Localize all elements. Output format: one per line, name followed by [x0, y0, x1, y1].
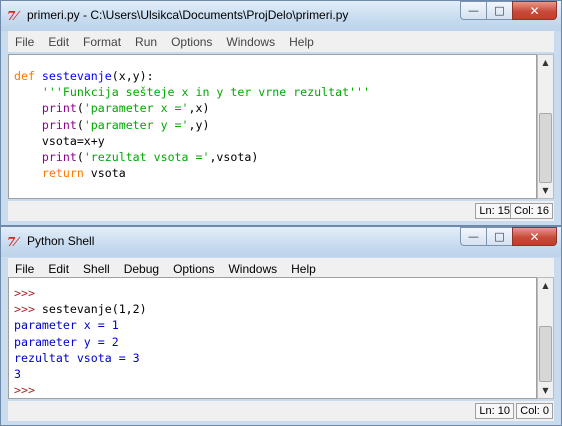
maximize-button[interactable]: □ — [486, 227, 513, 246]
console-line: >>> sestevanje(1,2) — [14, 301, 536, 317]
string-token: 'parameter y =' — [83, 117, 189, 132]
shell-window-controls: — □ ✕ — [460, 227, 557, 246]
menu-options[interactable]: Options — [166, 262, 221, 276]
code-token: (x,y): — [111, 69, 154, 83]
builtin-token: print — [41, 117, 77, 132]
editor-menubar: File Edit Format Run Options Windows Hel… — [8, 31, 554, 52]
close-button[interactable]: ✕ — [512, 227, 557, 246]
idle-logo-icon: 7⁄ — [7, 235, 18, 249]
close-button[interactable]: ✕ — [512, 1, 557, 20]
console-line: >>> — [14, 285, 536, 301]
code-token: ( — [76, 101, 84, 116]
code-line: return vsota — [14, 165, 536, 181]
console-line: >>> — [14, 382, 536, 398]
shell-prompt: >>> — [14, 302, 42, 317]
keyword-token: return — [41, 166, 84, 181]
code-line: '''Funkcija sešteje x in y ter vrne rezu… — [14, 84, 536, 100]
code-line: vsota=x+y — [14, 133, 536, 149]
function-name-token: sestevanje — [34, 69, 112, 83]
column-number-status: Col: 0 — [516, 403, 553, 419]
scroll-down-icon[interactable]: ▼ — [538, 383, 553, 398]
code-token: vsota=x+y — [14, 133, 105, 148]
menu-run[interactable]: Run — [128, 35, 164, 49]
code-token: ,y) — [188, 117, 210, 132]
string-token: 'parameter x =' — [83, 101, 189, 116]
code-editor[interactable]: def sestevanje(x,y): '''Funkcija sešteje… — [8, 54, 537, 199]
menu-file[interactable]: File — [8, 35, 41, 49]
minimize-button[interactable]: — — [460, 1, 487, 20]
console-line: rezultat vsota = 3 — [14, 350, 536, 366]
shell-menubar: File Edit Shell Debug Options Windows He… — [8, 258, 554, 279]
shell-window: 7⁄ Python Shell — □ ✕ File Edit Shell De… — [0, 226, 562, 426]
scroll-thumb[interactable] — [539, 113, 552, 183]
column-number-status: Col: 16 — [510, 203, 553, 219]
code-token: ,vsota) — [209, 150, 259, 165]
shell-output: parameter y = 2 — [14, 334, 119, 349]
builtin-token: print — [41, 150, 77, 165]
console-line: parameter y = 2 — [14, 334, 536, 350]
shell-output: rezultat vsota = 3 — [14, 350, 140, 365]
menu-edit[interactable]: Edit — [41, 35, 76, 49]
line-number-status: Ln: 15 — [475, 203, 514, 219]
line-number-status: Ln: 10 — [475, 403, 514, 419]
code-line: print('rezultat vsota =',vsota) — [14, 149, 536, 165]
code-line: print('parameter x =',x) — [14, 100, 536, 116]
shell-input: sestevanje(1,2) — [41, 302, 147, 317]
console-line: parameter x = 1 — [14, 317, 536, 333]
shell-titlebar[interactable]: 7⁄ Python Shell — □ ✕ — [1, 227, 561, 257]
scroll-up-icon[interactable]: ▲ — [538, 55, 553, 70]
menu-format[interactable]: Format — [76, 35, 128, 49]
menu-file[interactable]: File — [8, 262, 41, 276]
idle-logo-icon: 7⁄ — [7, 9, 18, 23]
shell-title: Python Shell — [27, 234, 95, 248]
shell-output: parameter x = 1 — [14, 318, 119, 333]
code-token: ( — [76, 117, 84, 132]
code-token: vsota — [83, 166, 126, 181]
editor-scrollbar[interactable]: ▲ ▼ — [537, 54, 554, 199]
menu-help[interactable]: Help — [284, 262, 323, 276]
editor-statusbar: Ln: 15 Col: 16 — [8, 201, 554, 221]
shell-prompt: >>> — [14, 383, 35, 398]
editor-title: primeri.py - C:\Users\Ulsikca\Documents\… — [27, 8, 349, 22]
menu-help[interactable]: Help — [282, 35, 321, 49]
menu-edit[interactable]: Edit — [41, 262, 76, 276]
shell-scrollbar[interactable]: ▲ ▼ — [537, 277, 554, 399]
scroll-thumb[interactable] — [539, 326, 552, 382]
scroll-down-icon[interactable]: ▼ — [538, 183, 553, 198]
docstring-token: '''Funkcija sešteje x in y ter vrne rezu… — [41, 85, 370, 100]
shell-statusbar: Ln: 10 Col: 0 — [8, 401, 554, 421]
maximize-button[interactable]: □ — [486, 1, 513, 20]
menu-options[interactable]: Options — [164, 35, 219, 49]
editor-window-controls: — □ ✕ — [460, 1, 557, 20]
menu-windows[interactable]: Windows — [221, 262, 284, 276]
scroll-up-icon[interactable]: ▲ — [538, 278, 553, 293]
menu-debug[interactable]: Debug — [117, 262, 166, 276]
menu-shell[interactable]: Shell — [76, 262, 117, 276]
string-token: 'rezultat vsota =' — [83, 150, 210, 165]
code-token: ( — [76, 150, 84, 165]
code-token: ,x) — [188, 101, 210, 116]
console-line: 3 — [14, 366, 536, 382]
code-line: print('parameter y =',y) — [14, 117, 536, 133]
editor-titlebar[interactable]: 7⁄ primeri.py - C:\Users\Ulsikca\Documen… — [1, 1, 561, 31]
shell-output: 3 — [14, 367, 21, 382]
minimize-button[interactable]: — — [460, 227, 487, 246]
shell-console[interactable]: >>> >>> sestevanje(1,2) parameter x = 1 par… — [8, 277, 537, 399]
menu-windows[interactable]: Windows — [219, 35, 282, 49]
builtin-token: print — [41, 101, 77, 116]
shell-prompt: >>> — [14, 286, 35, 300]
keyword-token: def — [14, 69, 35, 83]
editor-window: 7⁄ primeri.py - C:\Users\Ulsikca\Documen… — [0, 0, 562, 226]
code-line: def sestevanje(x,y): — [14, 68, 536, 84]
